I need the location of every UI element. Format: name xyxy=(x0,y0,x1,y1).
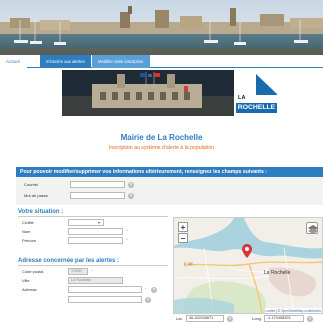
code-postal-label: Code postal xyxy=(22,269,44,274)
page-subtitle: Inscription au système d'alerte à la pop… xyxy=(108,145,215,151)
lat-help-icon[interactable]: ? xyxy=(227,315,233,322)
mot-de-passe-help-icon[interactable]: ? xyxy=(128,192,134,199)
mot-de-passe-label: Mot de passe xyxy=(24,193,49,198)
location-map[interactable]: + − La Rochelle D 105 Leaflet | © OpenSt… xyxy=(173,217,323,314)
tab-modifier-inscription[interactable]: Modifier votre inscription xyxy=(92,55,150,68)
adresse-required-star: * xyxy=(145,286,147,291)
civilite-label: Civilité xyxy=(22,220,34,225)
adresse-input[interactable] xyxy=(68,286,142,293)
code-postal-required-star: * xyxy=(91,268,93,273)
courriel-label: Courriel xyxy=(24,182,39,187)
map-city-label: La Rochelle xyxy=(264,270,291,276)
zoom-in-button[interactable]: + xyxy=(178,222,188,232)
code-postal-input[interactable]: 17000 xyxy=(68,268,88,275)
map-tiles xyxy=(174,218,322,313)
town-hall-photo xyxy=(62,70,234,116)
situation-divider xyxy=(18,216,168,217)
long-label: Long. xyxy=(252,316,263,321)
nav-tabs: Accueil S'inscrire aux alertes Modifier … xyxy=(0,55,323,68)
osm-link[interactable]: OpenStreetMap contributors xyxy=(281,309,321,313)
tab-accueil[interactable]: Accueil xyxy=(0,55,27,68)
prenom-label: Prénom xyxy=(22,238,37,243)
mot-de-passe-input[interactable] xyxy=(70,192,125,199)
logo-text-rochelle: ROCHELLE xyxy=(236,103,277,113)
situation-heading: Votre situation : xyxy=(18,209,64,215)
ville-input[interactable]: La Rochelle xyxy=(68,277,123,284)
map-attribution: Leaflet | © OpenStreetMap contributors xyxy=(264,308,322,313)
nom-required-star: * xyxy=(126,228,128,233)
header-banner-photo xyxy=(0,0,323,55)
long-input[interactable]: -1.170408303 xyxy=(264,315,304,322)
layers-icon[interactable] xyxy=(306,222,318,234)
adresse-heading: Adresse concernée par les alertes : xyxy=(18,258,120,264)
page-title: Mairie de La Rochelle xyxy=(120,133,203,142)
lat-label: Lat. xyxy=(176,316,183,321)
civilite-select[interactable]: ▾ xyxy=(68,219,104,226)
chevron-down-icon: ▾ xyxy=(97,220,100,225)
leaflet-link[interactable]: Leaflet xyxy=(266,309,276,313)
adresse-divider xyxy=(18,265,168,266)
login-section: Courriel ? Mot de passe ? xyxy=(16,177,323,205)
prenom-required-star: * xyxy=(126,237,128,242)
courriel-help-icon[interactable]: ? xyxy=(128,181,134,188)
long-help-icon[interactable]: ? xyxy=(307,315,313,322)
adresse-label: Adresse xyxy=(22,287,37,292)
nom-input[interactable] xyxy=(68,228,123,235)
login-section-heading: Pour pouvoir modifier/supprimer vos info… xyxy=(16,167,323,177)
logo-text-la: LA xyxy=(238,95,246,101)
prenom-input[interactable] xyxy=(68,237,123,244)
lat-input[interactable]: 46.162026671 xyxy=(186,315,224,322)
tab-inscription-alertes[interactable]: S'inscrire aux alertes xyxy=(40,55,91,68)
zoom-out-button[interactable]: − xyxy=(178,233,188,243)
adresse-help-icon[interactable]: ? xyxy=(151,286,157,293)
map-road-label: D 105 xyxy=(184,262,193,266)
nom-label: Nom xyxy=(22,229,31,234)
location-pin-icon[interactable] xyxy=(242,244,252,258)
ville-label: Ville xyxy=(22,278,30,283)
adresse-complement-help-icon[interactable]: ? xyxy=(145,296,151,303)
adresse-complement-input[interactable] xyxy=(68,296,142,303)
courriel-input[interactable] xyxy=(70,181,125,188)
